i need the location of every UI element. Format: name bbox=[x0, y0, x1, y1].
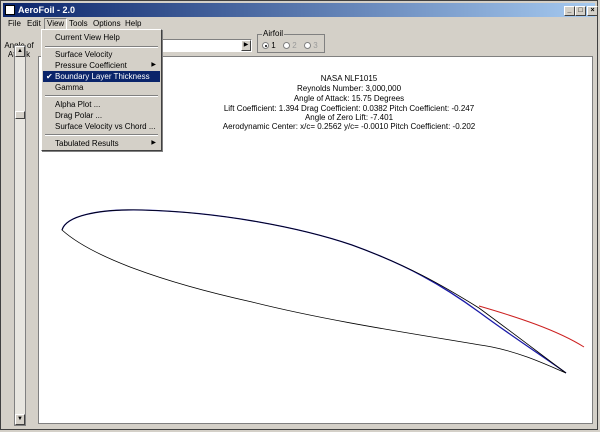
menu-item-drag-polar[interactable]: Drag Polar ... bbox=[43, 110, 160, 121]
airfoil-radio-3[interactable]: 3 bbox=[304, 41, 318, 50]
checkmark-icon: ✔ bbox=[46, 72, 53, 81]
radio-icon bbox=[283, 42, 290, 50]
scroll-down-button[interactable]: ▼ bbox=[15, 414, 25, 425]
menu-item-pressure-coefficient[interactable]: Pressure Coefficient ▶ bbox=[43, 60, 160, 71]
maximize-button[interactable]: □ bbox=[575, 6, 586, 16]
view-menu-dropdown: Current View Help Surface Velocity Press… bbox=[41, 29, 162, 151]
airfoil-combo[interactable]: ▶ bbox=[151, 39, 252, 52]
airfoil-group: Airfoil 1 2 3 bbox=[257, 29, 325, 53]
menu-item-current-view-help[interactable]: Current View Help bbox=[43, 32, 160, 43]
scroll-up-button[interactable]: ▲ bbox=[15, 46, 25, 57]
combo-arrow-icon[interactable]: ▶ bbox=[241, 40, 251, 51]
submenu-arrow-icon: ▶ bbox=[151, 62, 156, 68]
radio-label: 1 bbox=[271, 41, 276, 50]
menu-item-boundary-layer-thickness[interactable]: ✔ Boundary Layer Thickness bbox=[43, 71, 160, 82]
info-line-1: NASA NLF1015 bbox=[320, 74, 378, 83]
airfoil-radio-1[interactable]: 1 bbox=[262, 41, 276, 50]
radio-icon bbox=[304, 42, 311, 50]
radio-selected-icon bbox=[262, 42, 269, 50]
airfoil-group-title: Airfoil bbox=[262, 29, 285, 38]
menu-item-label: Pressure Coefficient bbox=[55, 61, 127, 70]
window-title: AeroFoil - 2.0 bbox=[18, 5, 76, 15]
radio-label: 2 bbox=[292, 41, 297, 50]
menu-separator bbox=[45, 134, 158, 136]
airfoil-radio-2[interactable]: 2 bbox=[283, 41, 297, 50]
radio-label: 3 bbox=[313, 41, 318, 50]
close-button[interactable]: × bbox=[587, 6, 598, 16]
menu-item-label: Tabulated Results bbox=[55, 139, 119, 148]
menu-separator bbox=[45, 95, 158, 97]
menu-item-tabulated-results[interactable]: Tabulated Results ▶ bbox=[43, 138, 160, 149]
menu-separator bbox=[45, 46, 158, 48]
menu-item-surface-velocity[interactable]: Surface Velocity bbox=[43, 49, 160, 60]
angle-of-attack-scrollbar[interactable]: ▲ ▼ bbox=[14, 45, 26, 426]
info-line-3: Angle of Attack: 15.75 Degrees bbox=[293, 94, 405, 103]
menu-item-alpha-plot[interactable]: Alpha Plot ... bbox=[43, 99, 160, 110]
title-bar[interactable]: AeroFoil - 2.0 _ □ × bbox=[3, 3, 598, 17]
wake-line bbox=[478, 305, 585, 348]
app-window: AeroFoil - 2.0 _ □ × File Edit View Tool… bbox=[0, 0, 598, 430]
submenu-arrow-icon: ▶ bbox=[151, 140, 156, 146]
info-line-6: Aerodynamic Center: x/c= 0.2562 y/c= -0.… bbox=[222, 122, 476, 131]
minimize-button[interactable]: _ bbox=[564, 6, 575, 16]
menu-item-gamma[interactable]: Gamma bbox=[43, 82, 160, 93]
menu-file[interactable]: File bbox=[6, 18, 23, 30]
menu-item-surface-velocity-vs-chord[interactable]: Surface Velocity vs Chord ... bbox=[43, 121, 160, 132]
info-line-2: Reynolds Number: 3,000,000 bbox=[296, 84, 402, 93]
scroll-thumb[interactable] bbox=[15, 111, 25, 119]
airfoil-upper-surface bbox=[61, 209, 567, 374]
menu-item-label: Boundary Layer Thickness bbox=[55, 72, 150, 81]
app-icon bbox=[5, 5, 15, 15]
